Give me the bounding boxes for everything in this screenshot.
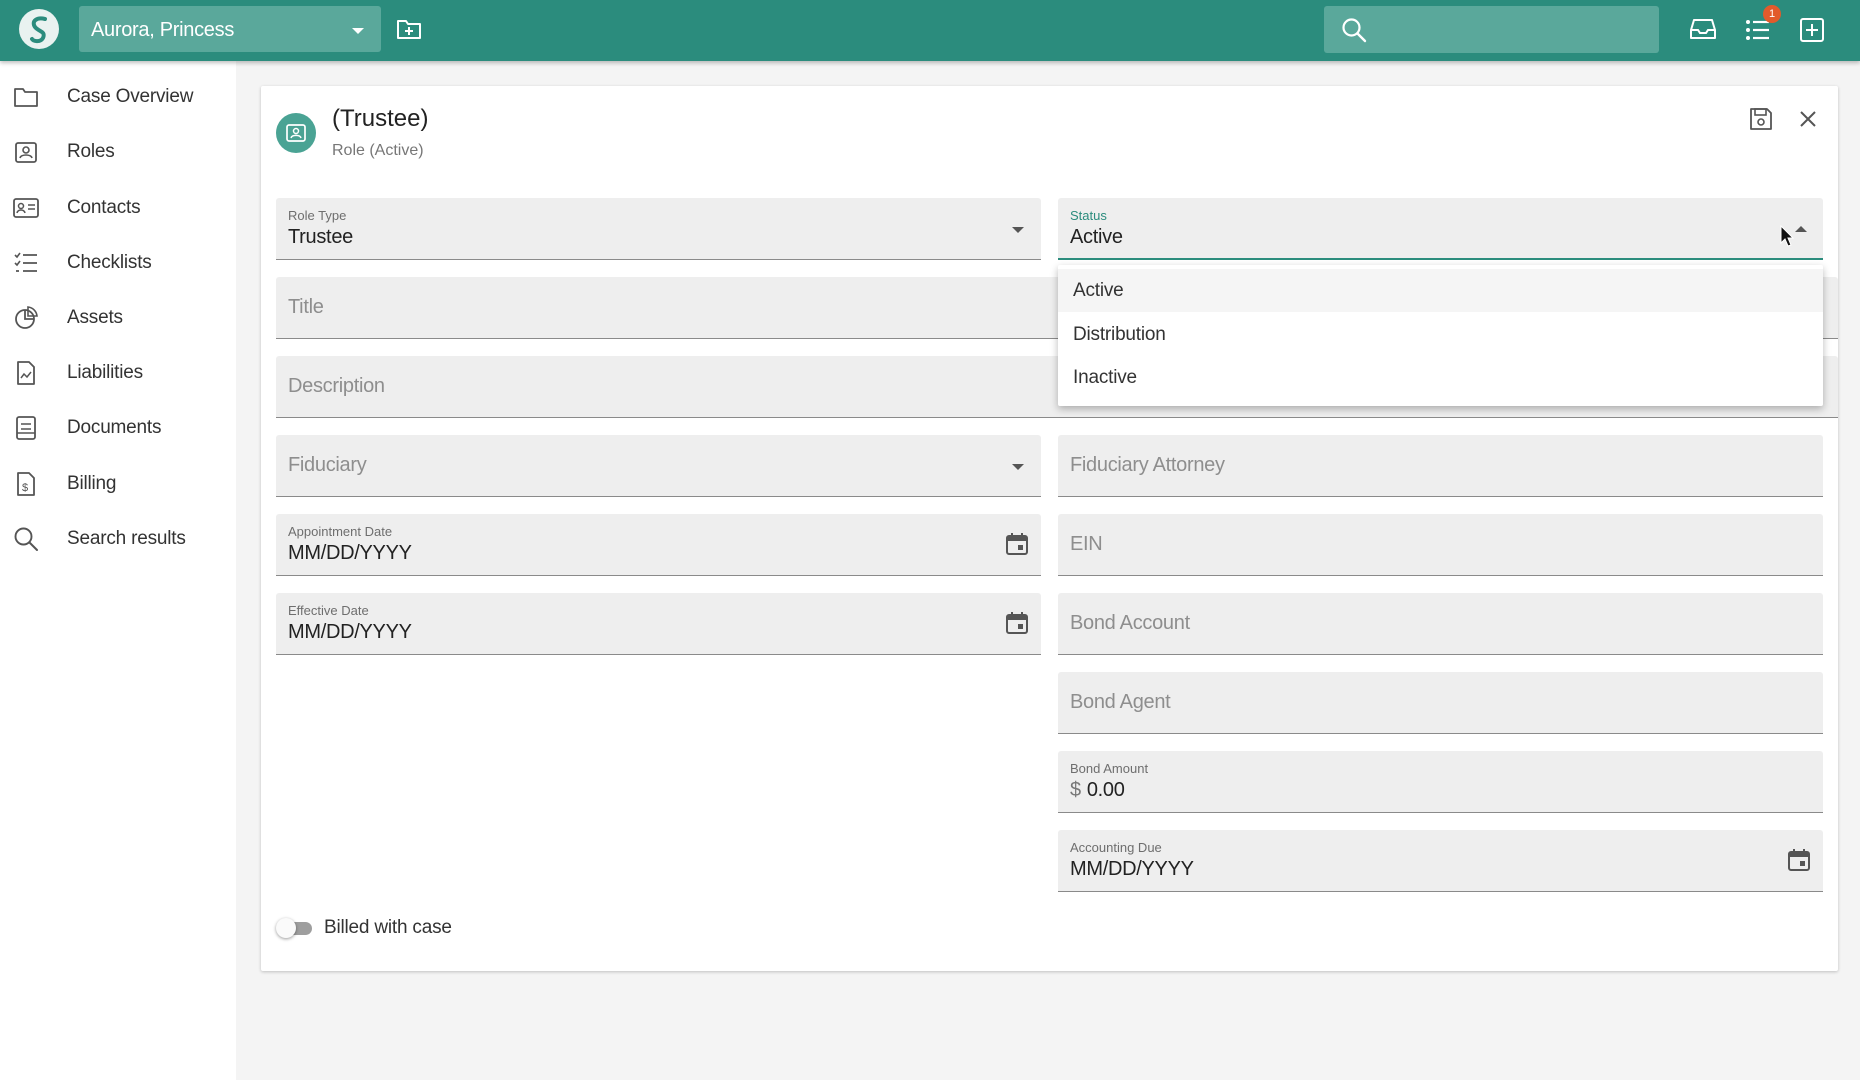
sidebar-item-label: Roles bbox=[67, 141, 115, 162]
sidebar-item-label: Liabilities bbox=[67, 362, 143, 383]
sidebar-item-roles[interactable]: Roles bbox=[0, 129, 236, 175]
sidebar-item-label: Documents bbox=[67, 417, 162, 438]
role-detail-card: (Trustee) Role (Active) Role Type Truste… bbox=[261, 86, 1838, 971]
status-option-inactive[interactable]: Inactive bbox=[1058, 356, 1823, 399]
description-placeholder: Description bbox=[288, 375, 385, 397]
app-logo[interactable] bbox=[19, 9, 59, 49]
effective-date-value: MM/DD/YYYY bbox=[288, 621, 412, 643]
liabilities-doc-icon bbox=[17, 361, 35, 385]
sidebar: Case Overview Roles Contacts Checklists … bbox=[0, 61, 236, 1080]
title-placeholder: Title bbox=[288, 296, 324, 318]
inbox-icon[interactable] bbox=[1689, 17, 1717, 41]
status-value: Active bbox=[1070, 226, 1123, 248]
sidebar-item-billing[interactable]: $ Billing bbox=[0, 461, 236, 507]
sidebar-item-label: Billing bbox=[67, 473, 117, 494]
sidebar-item-case-overview[interactable]: Case Overview bbox=[0, 74, 236, 120]
case-selector[interactable]: Aurora, Princess bbox=[79, 6, 381, 52]
ein-placeholder: EIN bbox=[1070, 533, 1103, 555]
role-title: (Trustee) bbox=[332, 105, 429, 132]
svg-text:$: $ bbox=[22, 482, 28, 494]
billed-with-case-toggle[interactable] bbox=[276, 918, 314, 938]
status-option-active[interactable]: Active bbox=[1058, 269, 1823, 312]
fiduciary-attorney-placeholder: Fiduciary Attorney bbox=[1070, 454, 1225, 476]
accounting-due-label: Accounting Due bbox=[1070, 840, 1162, 855]
search-input[interactable] bbox=[1324, 6, 1659, 53]
sidebar-item-checklists[interactable]: Checklists bbox=[0, 240, 236, 286]
chevron-down-icon bbox=[1012, 227, 1024, 233]
contact-card-icon bbox=[13, 198, 39, 218]
calendar-icon[interactable] bbox=[1785, 846, 1813, 874]
bond-agent-placeholder: Bond Agent bbox=[1070, 691, 1171, 713]
sidebar-item-label: Assets bbox=[67, 307, 123, 328]
accounting-due-value: MM/DD/YYYY bbox=[1070, 858, 1194, 880]
close-icon[interactable] bbox=[1794, 105, 1822, 133]
chevron-down-icon bbox=[1012, 464, 1024, 470]
pie-chart-icon bbox=[15, 306, 38, 329]
sidebar-item-label: Case Overview bbox=[67, 86, 194, 107]
status-option-label: Active bbox=[1073, 280, 1124, 301]
appointment-date-field[interactable]: Appointment Date MM/DD/YYYY bbox=[276, 514, 1041, 576]
effective-date-field[interactable]: Effective Date MM/DD/YYYY bbox=[276, 593, 1041, 655]
bond-agent-field[interactable]: Bond Agent bbox=[1058, 672, 1823, 734]
currency-symbol: $ bbox=[1070, 779, 1081, 801]
save-icon[interactable] bbox=[1747, 105, 1775, 133]
appointment-date-value: MM/DD/YYYY bbox=[288, 542, 412, 564]
role-badge-icon bbox=[286, 124, 306, 142]
sidebar-item-contacts[interactable]: Contacts bbox=[0, 185, 236, 231]
chevron-down-icon bbox=[352, 28, 364, 34]
status-select[interactable]: Status Active bbox=[1058, 198, 1823, 260]
checklist-icon bbox=[14, 252, 37, 272]
bond-amount-label: Bond Amount bbox=[1070, 761, 1149, 776]
search-icon bbox=[14, 527, 38, 551]
bond-amount-value-wrap: $0.00 bbox=[1070, 779, 1125, 802]
add-icon[interactable] bbox=[1799, 17, 1825, 43]
role-type-label: Role Type bbox=[288, 208, 347, 223]
bond-account-placeholder: Bond Account bbox=[1070, 612, 1190, 634]
sidebar-item-label: Search results bbox=[67, 528, 186, 549]
case-selector-value: Aurora, Princess bbox=[91, 19, 235, 41]
sidebar-item-label: Checklists bbox=[67, 252, 152, 273]
sidebar-item-assets[interactable]: Assets bbox=[0, 295, 236, 341]
fiduciary-placeholder: Fiduciary bbox=[288, 454, 367, 476]
sidebar-item-search-results[interactable]: Search results bbox=[0, 516, 236, 562]
folder-icon bbox=[14, 88, 38, 107]
sidebar-item-liabilities[interactable]: Liabilities bbox=[0, 350, 236, 396]
fiduciary-select[interactable]: Fiduciary bbox=[276, 435, 1041, 497]
document-icon bbox=[16, 416, 36, 440]
notification-badge: 1 bbox=[1763, 5, 1781, 23]
billing-icon: $ bbox=[17, 472, 35, 496]
status-option-label: Distribution bbox=[1073, 324, 1166, 345]
bond-amount-field[interactable]: Bond Amount $0.00 bbox=[1058, 751, 1823, 813]
accounting-due-field[interactable]: Accounting Due MM/DD/YYYY bbox=[1058, 830, 1823, 892]
calendar-icon[interactable] bbox=[1003, 530, 1031, 558]
fiduciary-attorney-field[interactable]: Fiduciary Attorney bbox=[1058, 435, 1823, 497]
sidebar-item-documents[interactable]: Documents bbox=[0, 405, 236, 451]
bond-amount-value: 0.00 bbox=[1086, 779, 1125, 801]
ein-field[interactable]: EIN bbox=[1058, 514, 1823, 576]
new-folder-icon[interactable] bbox=[396, 17, 422, 41]
status-label: Status bbox=[1070, 208, 1107, 223]
mouse-cursor-icon bbox=[1780, 225, 1795, 247]
search-icon bbox=[1342, 18, 1367, 43]
role-avatar bbox=[276, 113, 316, 153]
status-option-label: Inactive bbox=[1073, 367, 1137, 388]
role-subtitle: Role (Active) bbox=[332, 142, 424, 159]
chevron-up-icon bbox=[1795, 226, 1807, 232]
status-dropdown-menu: Active Distribution Inactive bbox=[1058, 265, 1823, 406]
toggle-knob bbox=[276, 918, 296, 938]
top-bar: Aurora, Princess 1 bbox=[0, 0, 1860, 61]
sidebar-item-label: Contacts bbox=[67, 197, 141, 218]
role-type-select[interactable]: Role Type Trustee bbox=[276, 198, 1041, 260]
billed-with-case-label: Billed with case bbox=[324, 917, 452, 938]
role-type-value: Trustee bbox=[288, 226, 353, 248]
role-badge-icon bbox=[15, 142, 37, 163]
bond-account-field[interactable]: Bond Account bbox=[1058, 593, 1823, 655]
effective-date-label: Effective Date bbox=[288, 603, 369, 618]
calendar-icon[interactable] bbox=[1003, 609, 1031, 637]
appointment-date-label: Appointment Date bbox=[288, 524, 393, 539]
status-option-distribution[interactable]: Distribution bbox=[1058, 313, 1823, 356]
